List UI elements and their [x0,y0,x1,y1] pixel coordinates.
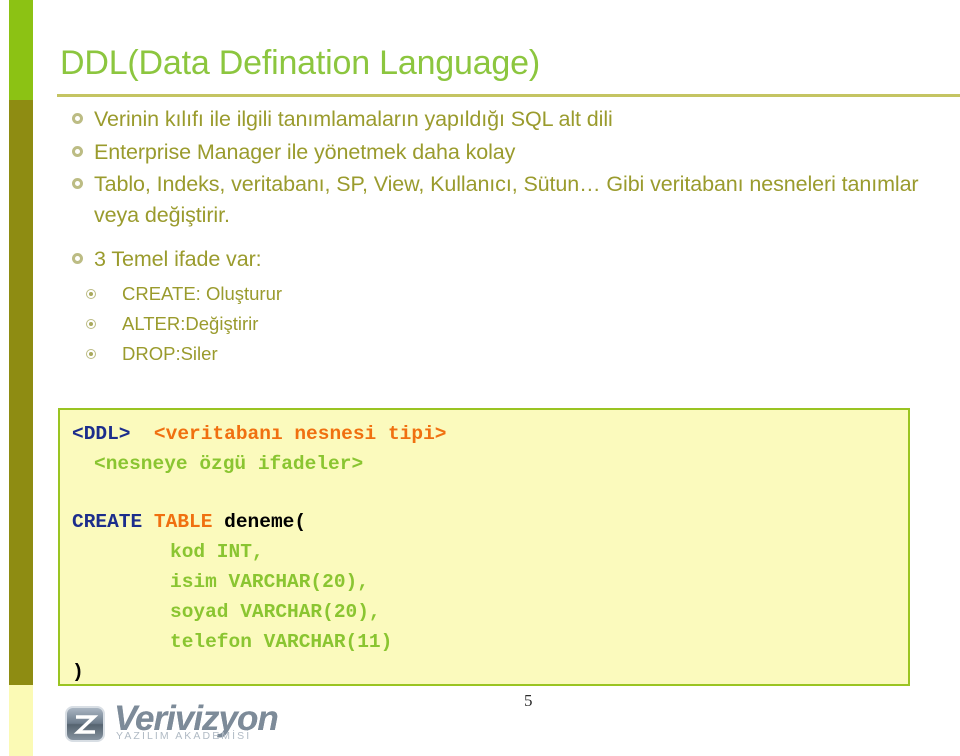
ring-dot-bullet-icon [60,311,122,329]
slide-title: DDL(Data Defination Language) [60,44,540,82]
code-line-create-table: CREATE TABLE deneme( [72,508,306,537]
code-token-table-name: deneme( [224,511,307,533]
code-line-syntax-template: <DDL> <veritabanı nesnesi tipi> [72,420,446,449]
list-item: Tablo, Indeks, veritabanı, SP, View, Kul… [60,169,940,230]
ring-bullet-icon [60,104,94,124]
code-line-column-soyad: soyad VARCHAR(20), [170,601,381,623]
slide-canvas: DDL(Data Defination Language) Verinin kı… [0,0,960,756]
code-line-column-telefon: telefon VARCHAR(11) [170,631,393,653]
list-item: Enterprise Manager ile yönetmek daha kol… [60,137,940,168]
bullet-label: Tablo, Indeks, veritabanı, SP, View, Kul… [94,172,919,227]
code-token-table: TABLE [153,511,213,533]
sub-bullet-label: CREATE: Oluşturur [122,282,283,304]
code-line-object-statements: <nesneye özgü ifadeler> [94,453,364,475]
title-underline-rule [57,94,960,97]
ring-dot-bullet-icon [60,341,122,360]
sub-bullet-label: ALTER:Değiştirir [122,312,259,334]
list-item: Verinin kılıfı ile ilgili tanımlamaların… [60,104,940,135]
sidebar-strip-green [9,0,33,100]
sidebar-strip-pale [9,685,33,756]
code-token-ddl-tag: <DDL> [72,423,131,445]
page-number: 5 [524,691,533,710]
ring-bullet-icon [60,169,94,190]
ring-bullet-icon [60,137,94,157]
code-block: <DDL> <veritabanı nesnesi tipi> <nesneye… [58,408,910,686]
code-line-column-kod: kod INT, [170,541,264,563]
verivizyon-z-mark-icon [62,702,112,746]
sidebar-strip-olive [9,100,33,685]
bullet-list: Verinin kılıfı ile ilgili tanımlamaların… [60,104,940,371]
code-token-create: CREATE [72,511,143,533]
logo-wordmark: Verivizyon YAZILIM AKADEMİSİ [114,701,279,742]
bullet-label: Verinin kılıfı ile ilgili tanımlamaların… [94,107,613,131]
ring-bullet-icon [60,244,94,265]
list-item: CREATE: Oluşturur [60,281,940,307]
sub-bullet-list: CREATE: Oluşturur ALTER:Değiştirir DROP:… [60,281,940,368]
bullet-label: Enterprise Manager ile yönetmek daha kol… [94,139,516,164]
logo: Verivizyon YAZILIM AKADEMİSİ [62,694,302,754]
list-item: ALTER:Değiştirir [60,311,940,337]
bullet-label: 3 Temel ifade var: [94,247,262,272]
list-item: DROP:Siler [60,341,940,367]
sub-bullet-label: DROP:Siler [122,343,218,365]
code-line-column-isim: isim VARCHAR(20), [170,571,369,593]
list-item: 3 Temel ifade var: [60,244,940,275]
code-token-object-type: <veritabanı nesnesi tipi> [153,423,447,445]
ring-dot-bullet-icon [60,281,122,299]
code-line-close-paren: ) [72,661,84,683]
